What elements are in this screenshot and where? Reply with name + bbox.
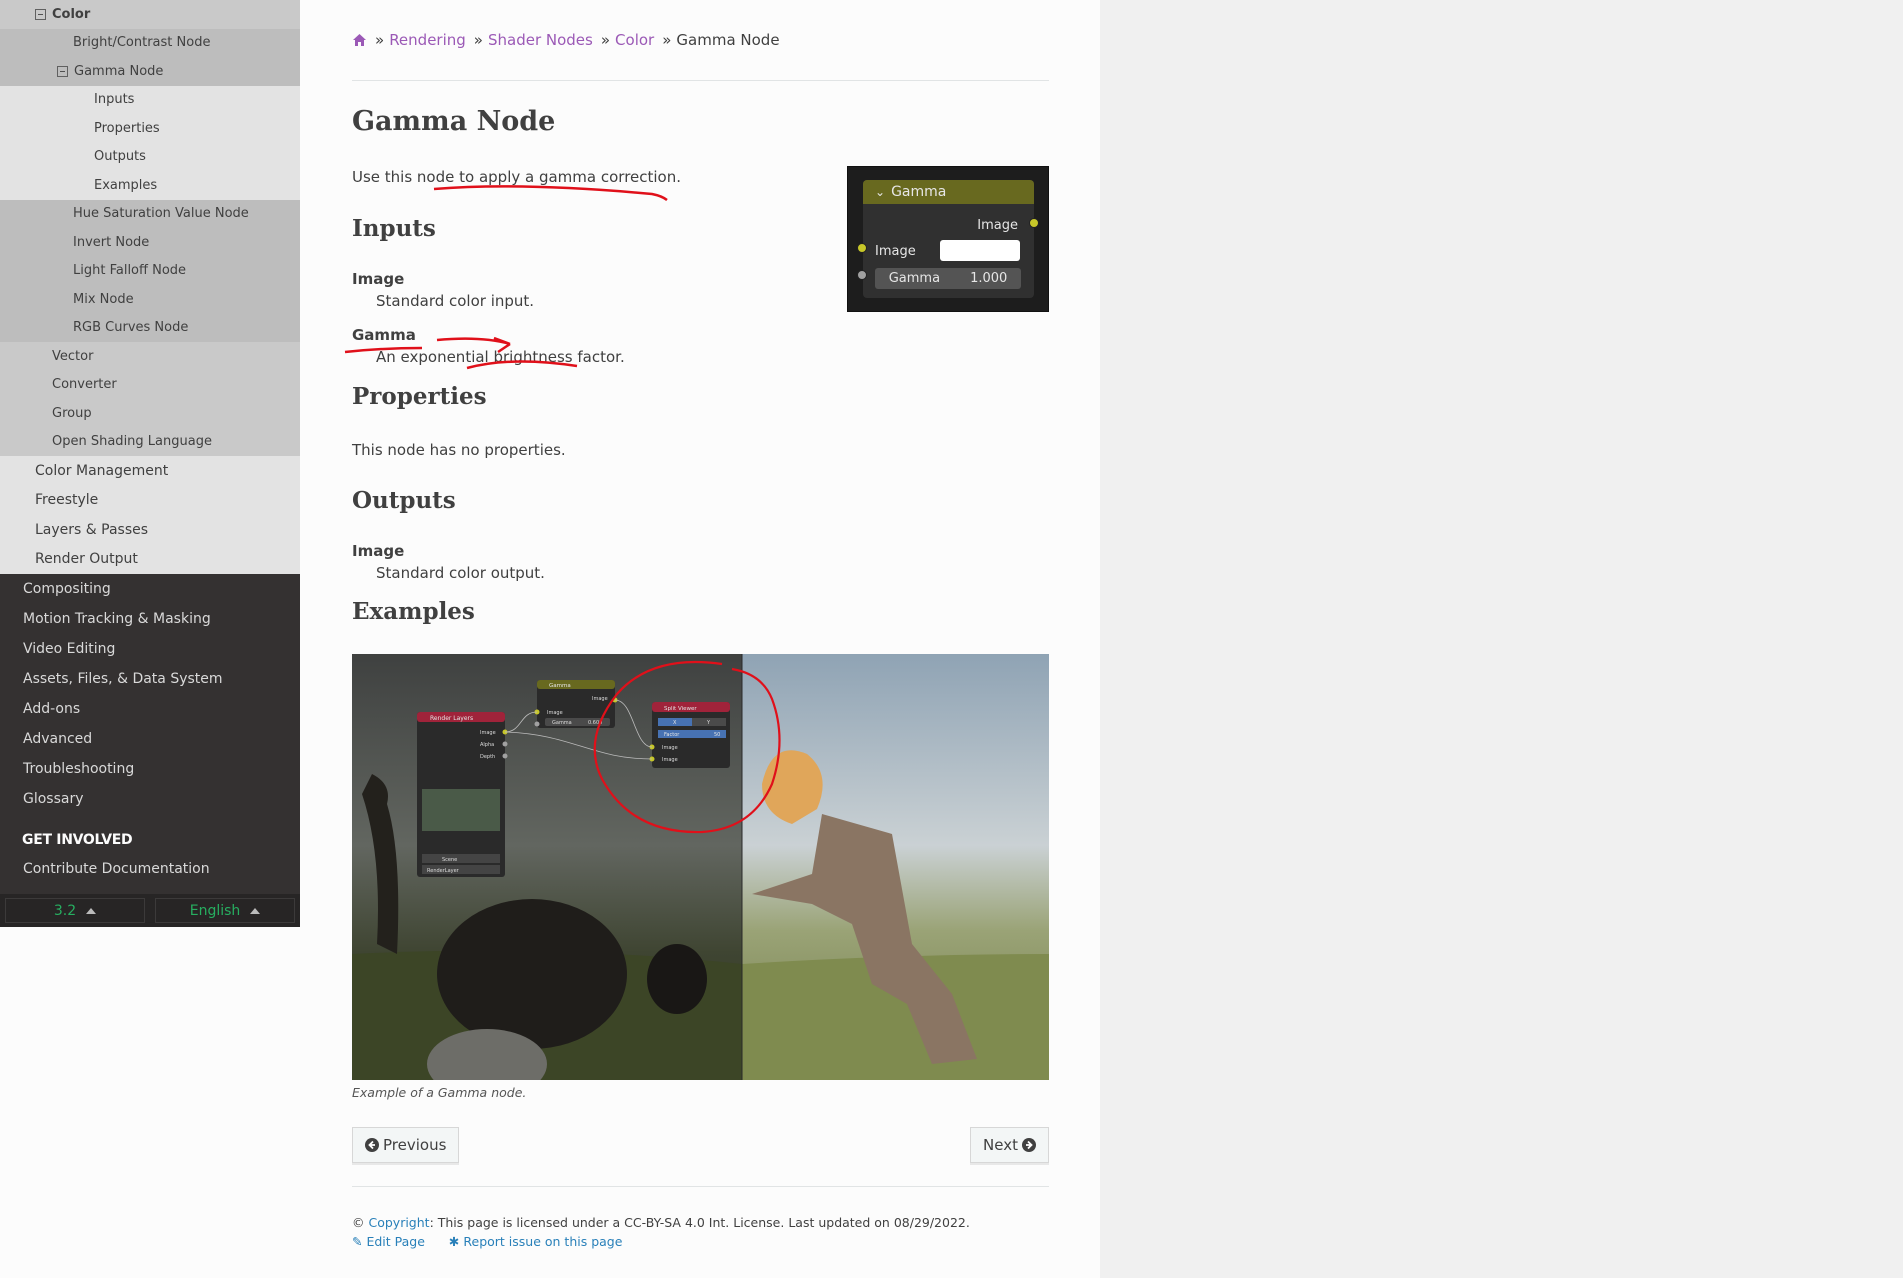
- bug-icon: ✱: [448, 1234, 460, 1249]
- copyright-link[interactable]: Copyright: [368, 1215, 429, 1230]
- gamma-value-field[interactable]: Gamma 1.000: [875, 268, 1021, 289]
- sidebar-item-group[interactable]: Group: [0, 399, 300, 428]
- sidebar-item-converter[interactable]: Converter: [0, 370, 300, 399]
- breadcrumb-shader-nodes[interactable]: Shader Nodes: [488, 31, 593, 49]
- sidebar-item-rgb-curves-node[interactable]: RGB Curves Node: [0, 313, 300, 342]
- gamma-node-image: ⌄ Gamma Image Image Gamma 1.000: [847, 166, 1049, 312]
- breadcrumb-current: Gamma Node: [676, 31, 780, 49]
- sidebar-item-glossary[interactable]: Glossary: [0, 784, 300, 814]
- breadcrumb-rendering[interactable]: Rendering: [389, 31, 466, 49]
- figure-caption: Example of a Gamma node.: [352, 1085, 527, 1100]
- divider: [352, 1186, 1049, 1187]
- sidebar: Color Bright/Contrast Node Gamma Node Input…: [0, 0, 300, 927]
- sidebar-item-gamma-node[interactable]: Gamma Node: [0, 57, 300, 86]
- example-gamma-input-label: Image: [547, 710, 563, 716]
- split-viewer-factor: Factor: [664, 732, 680, 738]
- socket-label-depth: Depth: [480, 754, 495, 760]
- properties-heading: Properties: [352, 383, 487, 410]
- node-output-label: Image: [977, 218, 1018, 233]
- example-gamma-title: Gamma: [549, 683, 571, 689]
- example-scene-label: Scene: [442, 857, 457, 863]
- footer: © Copyright: This page is licensed under…: [352, 1215, 970, 1249]
- sidebar-item-contribute-documentation[interactable]: Contribute Documentation: [0, 854, 300, 884]
- output-desc-image: Standard color output.: [376, 564, 545, 582]
- split-viewer-x: X: [673, 720, 677, 726]
- breadcrumb: » Rendering » Shader Nodes » Color » Gam…: [352, 31, 780, 49]
- sidebar-item-video-editing[interactable]: Video Editing: [0, 634, 300, 664]
- example-layer-label: RenderLayer: [427, 868, 460, 874]
- output-socket[interactable]: [1029, 218, 1039, 228]
- version-language-switcher: 3.2 English: [0, 894, 300, 927]
- collapse-icon[interactable]: [57, 65, 68, 77]
- sidebar-item-advanced[interactable]: Advanced: [0, 724, 300, 754]
- report-issue-link[interactable]: ✱ Report issue on this page: [449, 1234, 623, 1249]
- sidebar-item-troubleshooting[interactable]: Troubleshooting: [0, 754, 300, 784]
- split-viewer-input-2: Image: [662, 757, 678, 763]
- edit-page-link[interactable]: ✎ Edit Page: [352, 1234, 425, 1249]
- sidebar-item-compositing[interactable]: Compositing: [0, 574, 300, 604]
- sidebar-item-open-shading-language[interactable]: Open Shading Language: [0, 427, 300, 456]
- input-socket-gamma[interactable]: [857, 270, 867, 280]
- examples-heading: Examples: [352, 598, 475, 625]
- sidebar-item-add-ons[interactable]: Add-ons: [0, 694, 300, 724]
- breadcrumb-color[interactable]: Color: [615, 31, 654, 49]
- example-gamma-output-label: Image: [592, 696, 608, 702]
- properties-text: This node has no properties.: [352, 441, 566, 459]
- render-layers-title: Render Layers: [430, 715, 473, 722]
- example-gamma-value-label: Gamma: [552, 720, 572, 726]
- color-swatch[interactable]: [940, 240, 1020, 261]
- arrow-circle-right-icon: [1022, 1138, 1036, 1152]
- node-input-label: Image: [875, 244, 916, 259]
- sidebar-item-hue-saturation-value-node[interactable]: Hue Saturation Value Node: [0, 199, 300, 228]
- sidebar-item-outputs[interactable]: Outputs: [0, 142, 300, 171]
- divider: [352, 80, 1049, 81]
- sidebar-item-mix-node[interactable]: Mix Node: [0, 285, 300, 314]
- next-button[interactable]: Next: [970, 1127, 1049, 1163]
- home-icon[interactable]: [352, 33, 367, 47]
- sidebar-item-invert-node[interactable]: Invert Node: [0, 228, 300, 257]
- input-socket-image[interactable]: [857, 243, 867, 253]
- sidebar-item-freestyle[interactable]: Freestyle: [0, 485, 300, 515]
- sidebar-item-render-output[interactable]: Render Output: [0, 544, 300, 574]
- chevron-down-icon: ⌄: [875, 185, 886, 199]
- sidebar-item-light-falloff-node[interactable]: Light Falloff Node: [0, 256, 300, 285]
- arrow-circle-left-icon: [365, 1138, 379, 1152]
- node-header: ⌄ Gamma: [863, 180, 1034, 204]
- output-term-image: Image: [352, 542, 405, 560]
- sidebar-item-vector[interactable]: Vector: [0, 342, 300, 371]
- split-viewer-title: Split Viewer: [664, 706, 697, 712]
- previous-button[interactable]: Previous: [352, 1127, 460, 1163]
- gamma-node: ⌄ Gamma Image Image Gamma 1.000: [863, 180, 1034, 298]
- socket-label-alpha: Alpha: [480, 742, 494, 748]
- version-switcher[interactable]: 3.2: [5, 898, 145, 923]
- license-text: : This page is licensed under a CC-BY-SA…: [429, 1215, 970, 1230]
- page-title: Gamma Node: [352, 106, 556, 137]
- collapse-icon[interactable]: [35, 8, 46, 20]
- sidebar-item-examples[interactable]: Examples: [0, 171, 300, 200]
- caret-up-icon: [250, 907, 261, 914]
- split-viewer-input-1: Image: [662, 745, 678, 751]
- edit-icon: ✎: [352, 1234, 363, 1249]
- red-annotations: [344, 185, 668, 370]
- sidebar-item-inputs[interactable]: Inputs: [0, 85, 300, 114]
- caret-up-icon: [86, 907, 97, 914]
- sidebar-item-color[interactable]: Color: [0, 0, 300, 29]
- sidebar-item-color-management[interactable]: Color Management: [0, 456, 300, 486]
- sidebar-item-motion-tracking-masking[interactable]: Motion Tracking & Masking: [0, 604, 300, 634]
- sidebar-item-assets-files-data-system[interactable]: Assets, Files, & Data System: [0, 664, 300, 694]
- nav-tree: Color Bright/Contrast Node Gamma Node Input…: [0, 0, 300, 884]
- sidebar-item-properties[interactable]: Properties: [0, 114, 300, 143]
- language-switcher[interactable]: English: [155, 898, 295, 923]
- outputs-heading: Outputs: [352, 487, 456, 514]
- sidebar-caption: Get Involved: [0, 814, 300, 854]
- sidebar-empty-area: [0, 927, 300, 1278]
- main-content: » Rendering » Shader Nodes » Color » Gam…: [300, 0, 1100, 1278]
- split-viewer-factor-value: 50: [714, 732, 720, 738]
- right-blank-area: [1100, 0, 1903, 1278]
- sidebar-item-bright-contrast-node[interactable]: Bright/Contrast Node: [0, 28, 300, 57]
- example-image: Render Layers Image Alpha Depth Scene Re…: [352, 654, 1049, 1080]
- socket-label-image: Image: [480, 730, 496, 736]
- sidebar-item-layers-passes[interactable]: Layers & Passes: [0, 515, 300, 545]
